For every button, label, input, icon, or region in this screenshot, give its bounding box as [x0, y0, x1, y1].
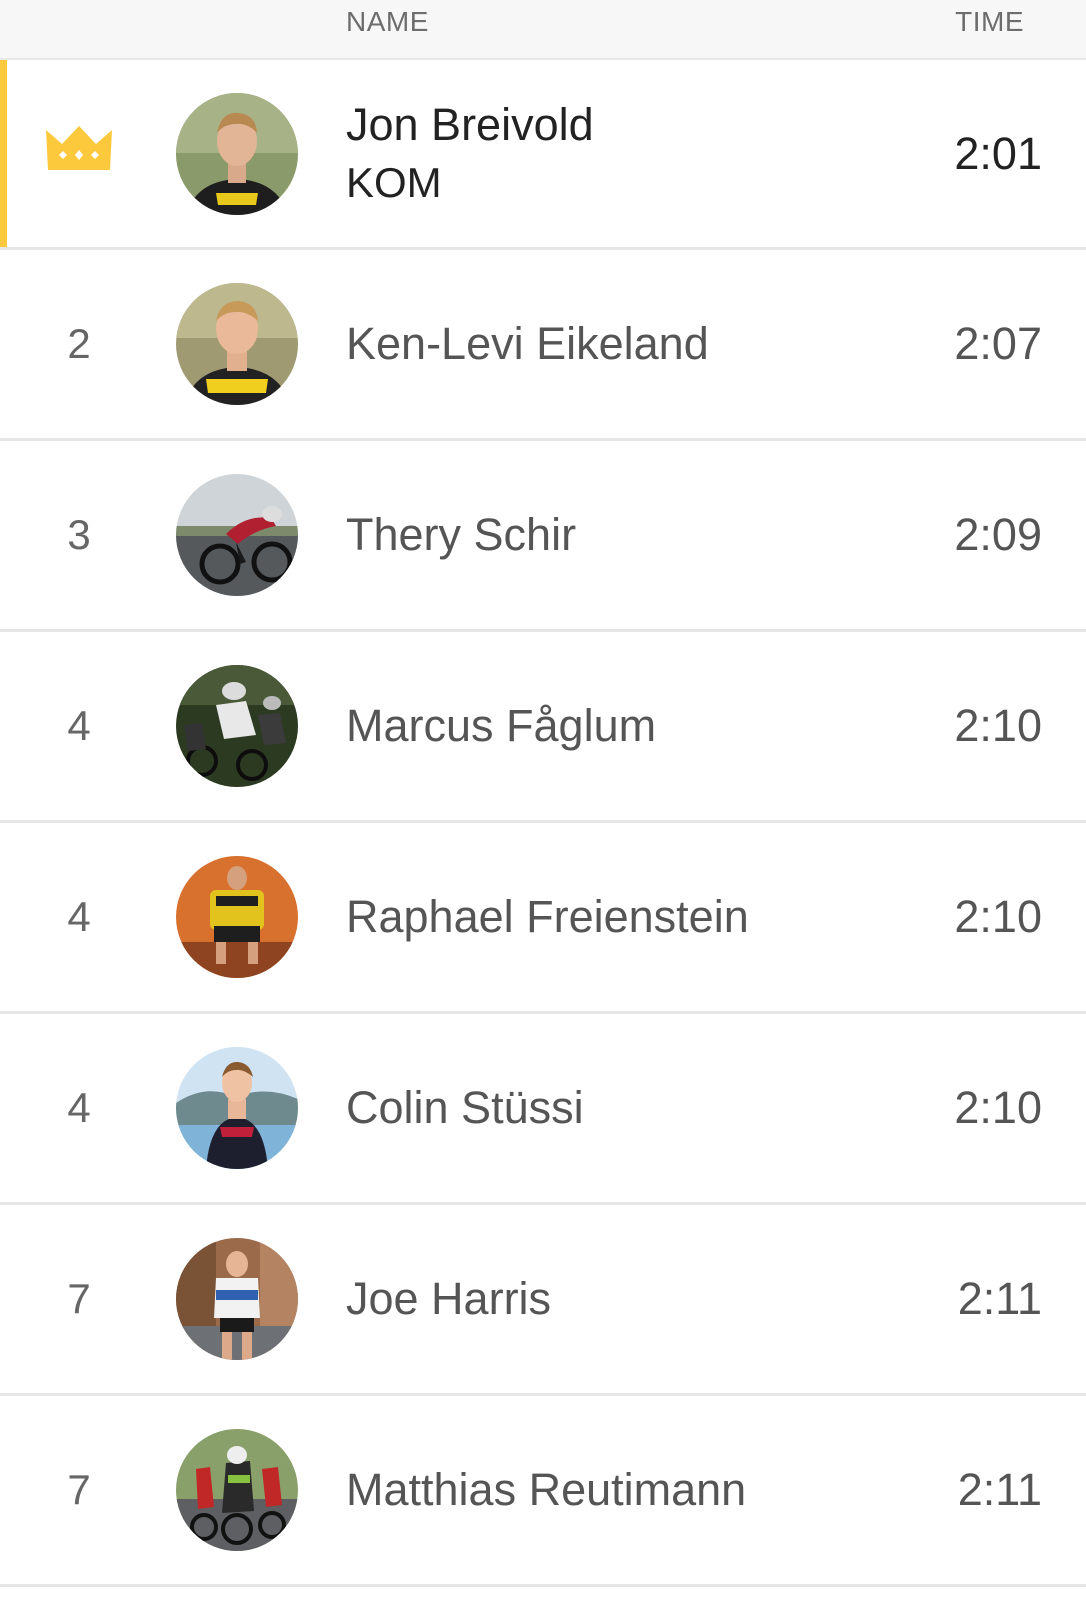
- rank-number: 2: [67, 320, 91, 367]
- kom-title: KOM: [346, 158, 442, 206]
- athlete-name[interactable]: Jon Breivold: [346, 96, 594, 154]
- leaderboard-row[interactable]: 7 Matthias Reutimann 2:11: [0, 1396, 1086, 1587]
- effort-time: 2:10: [954, 1082, 1042, 1133]
- leaderboard-row[interactable]: 4 Raphael Freienstein 2:10: [0, 823, 1086, 1014]
- athlete-avatar[interactable]: [176, 1047, 298, 1169]
- column-header-name[interactable]: NAME: [346, 6, 429, 38]
- effort-time: 2:11: [957, 1464, 1042, 1515]
- effort-time: 2:07: [954, 318, 1042, 369]
- rank-number: 7: [67, 1275, 91, 1322]
- rank-number: 4: [67, 1084, 91, 1131]
- leaderboard-row[interactable]: 3 Thery Schir 2:09: [0, 441, 1086, 632]
- athlete-avatar[interactable]: [176, 93, 298, 215]
- athlete-name-block: Jon Breivold KOM: [346, 60, 594, 247]
- athlete-name[interactable]: Thery Schir: [346, 441, 576, 629]
- effort-time: 2:01: [954, 127, 1042, 179]
- leaderboard-row[interactable]: 2 Ken-Levi Eikeland 2:07: [0, 250, 1086, 441]
- effort-time: 2:11: [957, 1273, 1042, 1324]
- rank-number: 4: [67, 893, 91, 940]
- athlete-name[interactable]: Joe Harris: [346, 1205, 551, 1393]
- leaderboard-row[interactable]: 7 Joe Harris 2:11: [0, 1205, 1086, 1396]
- effort-time: 2:09: [954, 509, 1042, 560]
- athlete-avatar[interactable]: [176, 474, 298, 596]
- athlete-name[interactable]: Matthias Reutimann: [346, 1396, 746, 1584]
- athlete-avatar[interactable]: [176, 856, 298, 978]
- rank-number: 7: [67, 1466, 91, 1513]
- athlete-name[interactable]: Colin Stüssi: [346, 1014, 584, 1202]
- athlete-name[interactable]: Raphael Freienstein: [346, 823, 749, 1011]
- leaderboard-header: NAME TIME: [0, 0, 1086, 60]
- leaderboard-row[interactable]: 4 Colin Stüssi 2:10: [0, 1014, 1086, 1205]
- athlete-name[interactable]: Ken-Levi Eikeland: [346, 250, 709, 438]
- column-header-time[interactable]: TIME: [955, 6, 1024, 38]
- rank-number: 3: [67, 511, 91, 558]
- athlete-avatar[interactable]: [176, 1238, 298, 1360]
- athlete-avatar[interactable]: [176, 665, 298, 787]
- leaderboard-row[interactable]: 4 Marcus Fåglum 2:10: [0, 632, 1086, 823]
- leaderboard-row-leader[interactable]: Jon Breivold KOM 2:01: [0, 60, 1086, 250]
- rank-number: 4: [67, 702, 91, 749]
- athlete-avatar[interactable]: [176, 1429, 298, 1551]
- athlete-name[interactable]: Marcus Fåglum: [346, 632, 656, 820]
- athlete-avatar[interactable]: [176, 283, 298, 405]
- crown-icon: [46, 126, 112, 170]
- effort-time: 2:10: [954, 700, 1042, 751]
- effort-time: 2:10: [954, 891, 1042, 942]
- leaderboard: NAME TIME Jon Breivold KOM 2:01 2 Ken-Le…: [0, 0, 1086, 1600]
